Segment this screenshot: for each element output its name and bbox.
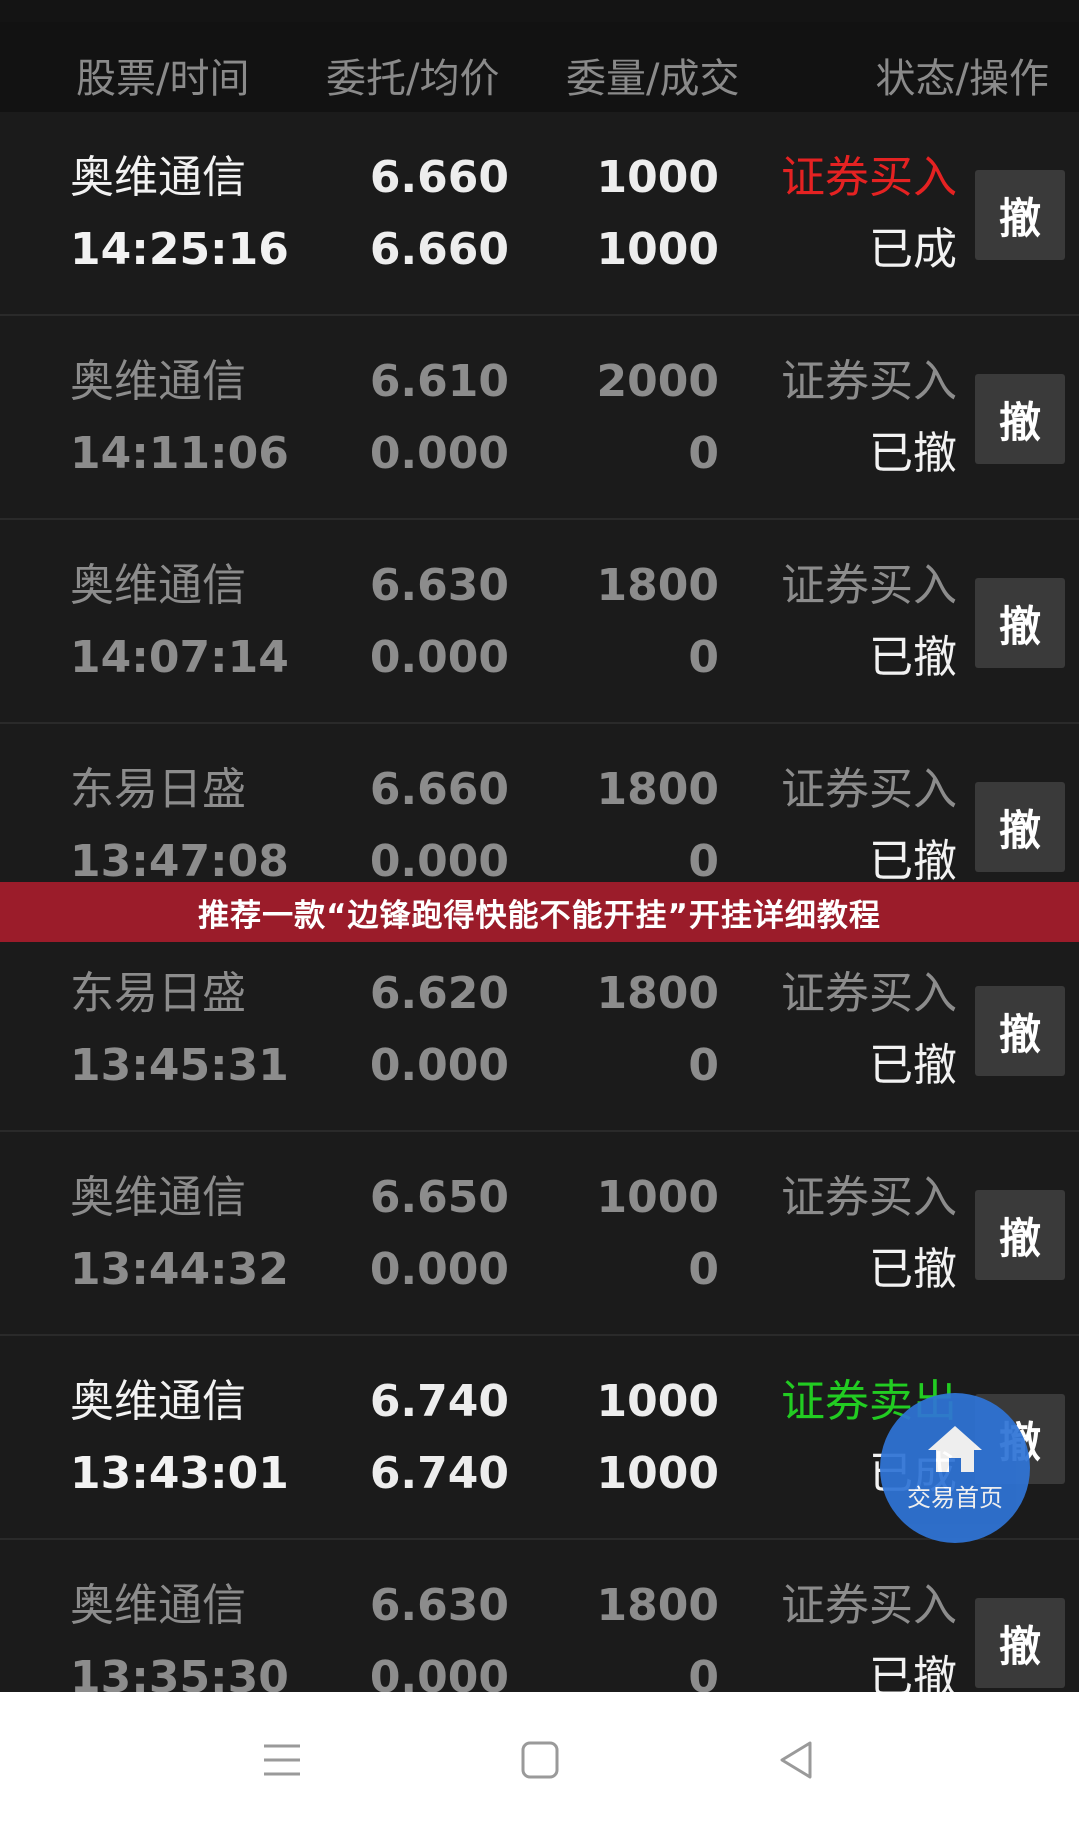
order-time: 13:43:01 (70, 1448, 289, 1499)
order-status: 已撤 (869, 1040, 957, 1091)
order-type: 证券买入 (781, 764, 957, 815)
order-time: 14:25:16 (70, 224, 289, 275)
home-icon (928, 1425, 982, 1472)
cancel-order-button[interactable]: 撤 (975, 374, 1065, 464)
stock-name: 奥维通信 (70, 1172, 246, 1223)
status-bar (0, 0, 1079, 22)
order-row[interactable]: 奥维通信 14:11:06 6.610 0.000 2000 0 证券买入已撤撤 (0, 316, 1079, 520)
order-price: 6.660 (369, 152, 509, 203)
order-status: 已成 (869, 224, 957, 275)
order-type: 证券买入 (781, 356, 957, 407)
order-time: 13:45:31 (70, 1040, 289, 1091)
order-quantity: 1800 (596, 1580, 719, 1631)
order-row[interactable]: 奥维通信 14:25:16 6.660 6.660 1000 1000 证券买入已成撤 (0, 112, 1079, 316)
stock-name: 东易日盛 (70, 764, 246, 815)
header-status-action: 状态/操作 (875, 56, 1049, 102)
system-nav-bar (0, 1692, 1079, 1826)
order-row[interactable]: 奥维通信 13:44:32 6.650 0.000 1000 0 证券买入已撤撤 (0, 1132, 1079, 1336)
order-quantity: 1800 (596, 764, 719, 815)
average-price: 0.000 (369, 836, 509, 887)
header-price-avg: 委托/均价 (326, 56, 500, 102)
order-status: 已撤 (869, 428, 957, 479)
table-header: 股票/时间 委托/均价 委量/成交 状态/操作 (0, 22, 1079, 112)
trade-home-button[interactable]: 交易首页 (880, 1393, 1030, 1543)
stock-name: 东易日盛 (70, 968, 246, 1019)
average-price: 6.660 (369, 224, 509, 275)
menu-icon[interactable] (254, 1732, 310, 1788)
cancel-order-button[interactable]: 撤 (975, 1598, 1065, 1688)
order-time: 13:47:08 (70, 836, 289, 887)
order-price: 6.630 (369, 560, 509, 611)
cancel-order-button[interactable]: 撤 (975, 170, 1065, 260)
order-quantity: 1800 (596, 560, 719, 611)
stock-name: 奥维通信 (70, 1580, 246, 1631)
order-price: 6.660 (369, 764, 509, 815)
order-time: 14:07:14 (70, 632, 289, 683)
banner-text: 推荐一款“边锋跑得快能不能开挂”开挂详细教程 (198, 897, 881, 934)
order-quantity: 1000 (596, 152, 719, 203)
stock-name: 奥维通信 (70, 152, 246, 203)
cancel-order-button[interactable]: 撤 (975, 578, 1065, 668)
order-price: 6.610 (369, 356, 509, 407)
order-quantity: 1000 (596, 1172, 719, 1223)
order-status: 已撤 (869, 1244, 957, 1295)
back-triangle-icon[interactable] (768, 1732, 824, 1788)
order-quantity: 1800 (596, 968, 719, 1019)
filled-quantity: 1000 (596, 224, 719, 275)
order-type: 证券买入 (781, 152, 957, 203)
order-quantity: 2000 (596, 356, 719, 407)
cancel-order-button[interactable]: 撤 (975, 782, 1065, 872)
header-qty-filled: 委量/成交 (566, 56, 740, 102)
order-price: 6.620 (369, 968, 509, 1019)
filled-quantity: 0 (688, 1244, 719, 1295)
order-row[interactable]: 东易日盛 13:45:31 6.620 0.000 1800 0 证券买入已撤撤 (0, 928, 1079, 1132)
order-type: 证券买入 (781, 1580, 957, 1631)
cancel-order-button[interactable]: 撤 (975, 986, 1065, 1076)
average-price: 6.740 (369, 1448, 509, 1499)
average-price: 0.000 (369, 1040, 509, 1091)
average-price: 0.000 (369, 1244, 509, 1295)
order-time: 13:44:32 (70, 1244, 289, 1295)
average-price: 0.000 (369, 428, 509, 479)
cancel-order-button[interactable]: 撤 (975, 1190, 1065, 1280)
filled-quantity: 0 (688, 632, 719, 683)
order-price: 6.650 (369, 1172, 509, 1223)
stock-name: 奥维通信 (70, 356, 246, 407)
order-quantity: 1000 (596, 1376, 719, 1427)
stock-name: 奥维通信 (70, 1376, 246, 1427)
filled-quantity: 1000 (596, 1448, 719, 1499)
order-type: 证券买入 (781, 1172, 957, 1223)
order-time: 14:11:06 (70, 428, 289, 479)
filled-quantity: 0 (688, 1040, 719, 1091)
order-status: 已撤 (869, 632, 957, 683)
square-home-icon[interactable] (512, 1732, 568, 1788)
order-status: 已撤 (869, 836, 957, 887)
order-type: 证券买入 (781, 560, 957, 611)
average-price: 0.000 (369, 632, 509, 683)
filled-quantity: 0 (688, 428, 719, 479)
trade-home-label: 交易首页 (907, 1483, 1003, 1512)
order-type: 证券买入 (781, 968, 957, 1019)
header-stock-time: 股票/时间 (76, 56, 250, 102)
order-price: 6.630 (369, 1580, 509, 1631)
order-price: 6.740 (369, 1376, 509, 1427)
order-row[interactable]: 奥维通信 14:07:14 6.630 0.000 1800 0 证券买入已撤撤 (0, 520, 1079, 724)
promo-banner[interactable]: 推荐一款“边锋跑得快能不能开挂”开挂详细教程 (0, 882, 1079, 942)
stock-name: 奥维通信 (70, 560, 246, 611)
filled-quantity: 0 (688, 836, 719, 887)
